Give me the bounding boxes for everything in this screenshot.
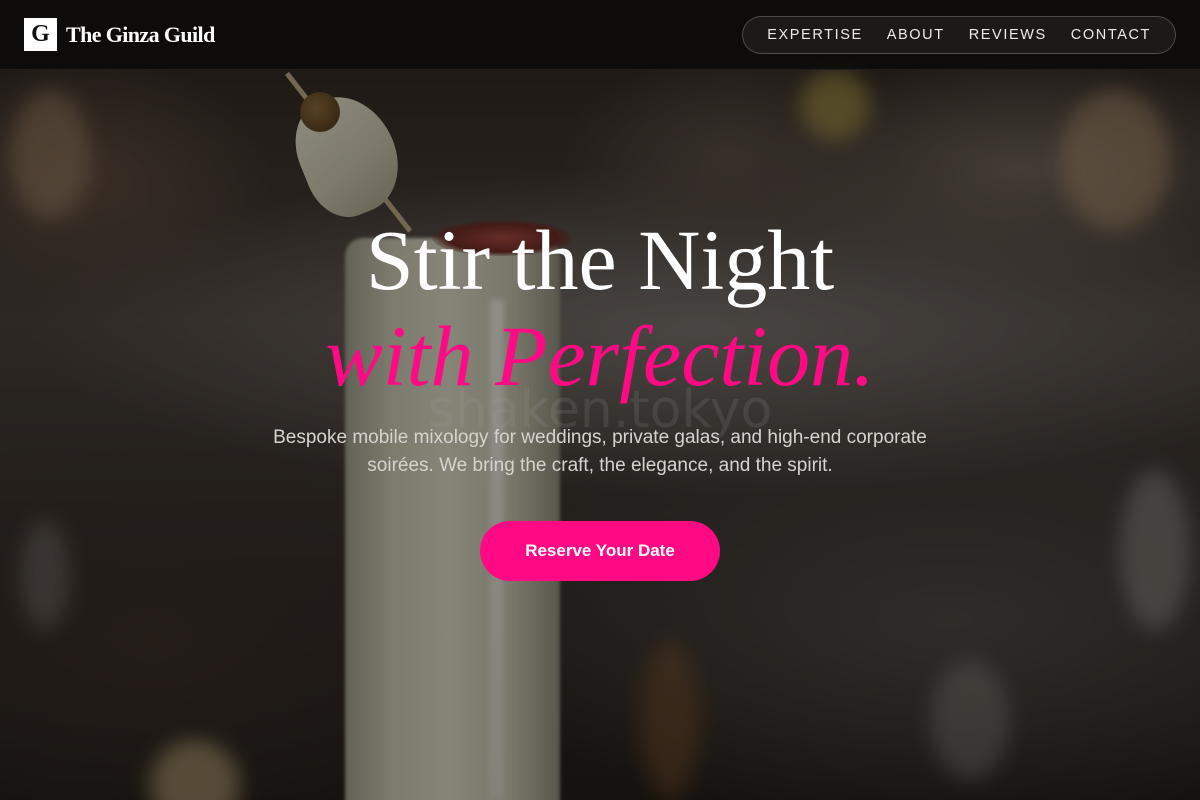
nav-link-contact[interactable]: CONTACT — [1071, 27, 1151, 43]
nav-link-expertise[interactable]: EXPERTISE — [767, 27, 863, 43]
main-nav: EXPERTISE ABOUT REVIEWS CONTACT — [742, 15, 1176, 54]
hero-section: Stir the Night with Perfection. Bespoke … — [0, 212, 1200, 581]
site-header: G The Ginza Guild EXPERTISE ABOUT REVIEW… — [0, 0, 1200, 70]
logo-mark: G — [24, 18, 57, 51]
nav-link-about[interactable]: ABOUT — [887, 27, 945, 43]
nav-link-reviews[interactable]: REVIEWS — [969, 27, 1047, 43]
reserve-date-button[interactable]: Reserve Your Date — [480, 521, 720, 581]
hero-subtitle: Bespoke mobile mixology for weddings, pr… — [273, 427, 927, 476]
brand-logo-link[interactable]: G The Ginza Guild — [24, 18, 215, 51]
brand-name: The Ginza Guild — [66, 21, 215, 47]
hero-title: Stir the Night with Perfection. — [0, 212, 1200, 404]
hero-title-line2: with Perfection. — [325, 308, 875, 404]
hero-title-line1: Stir the Night — [365, 212, 835, 308]
